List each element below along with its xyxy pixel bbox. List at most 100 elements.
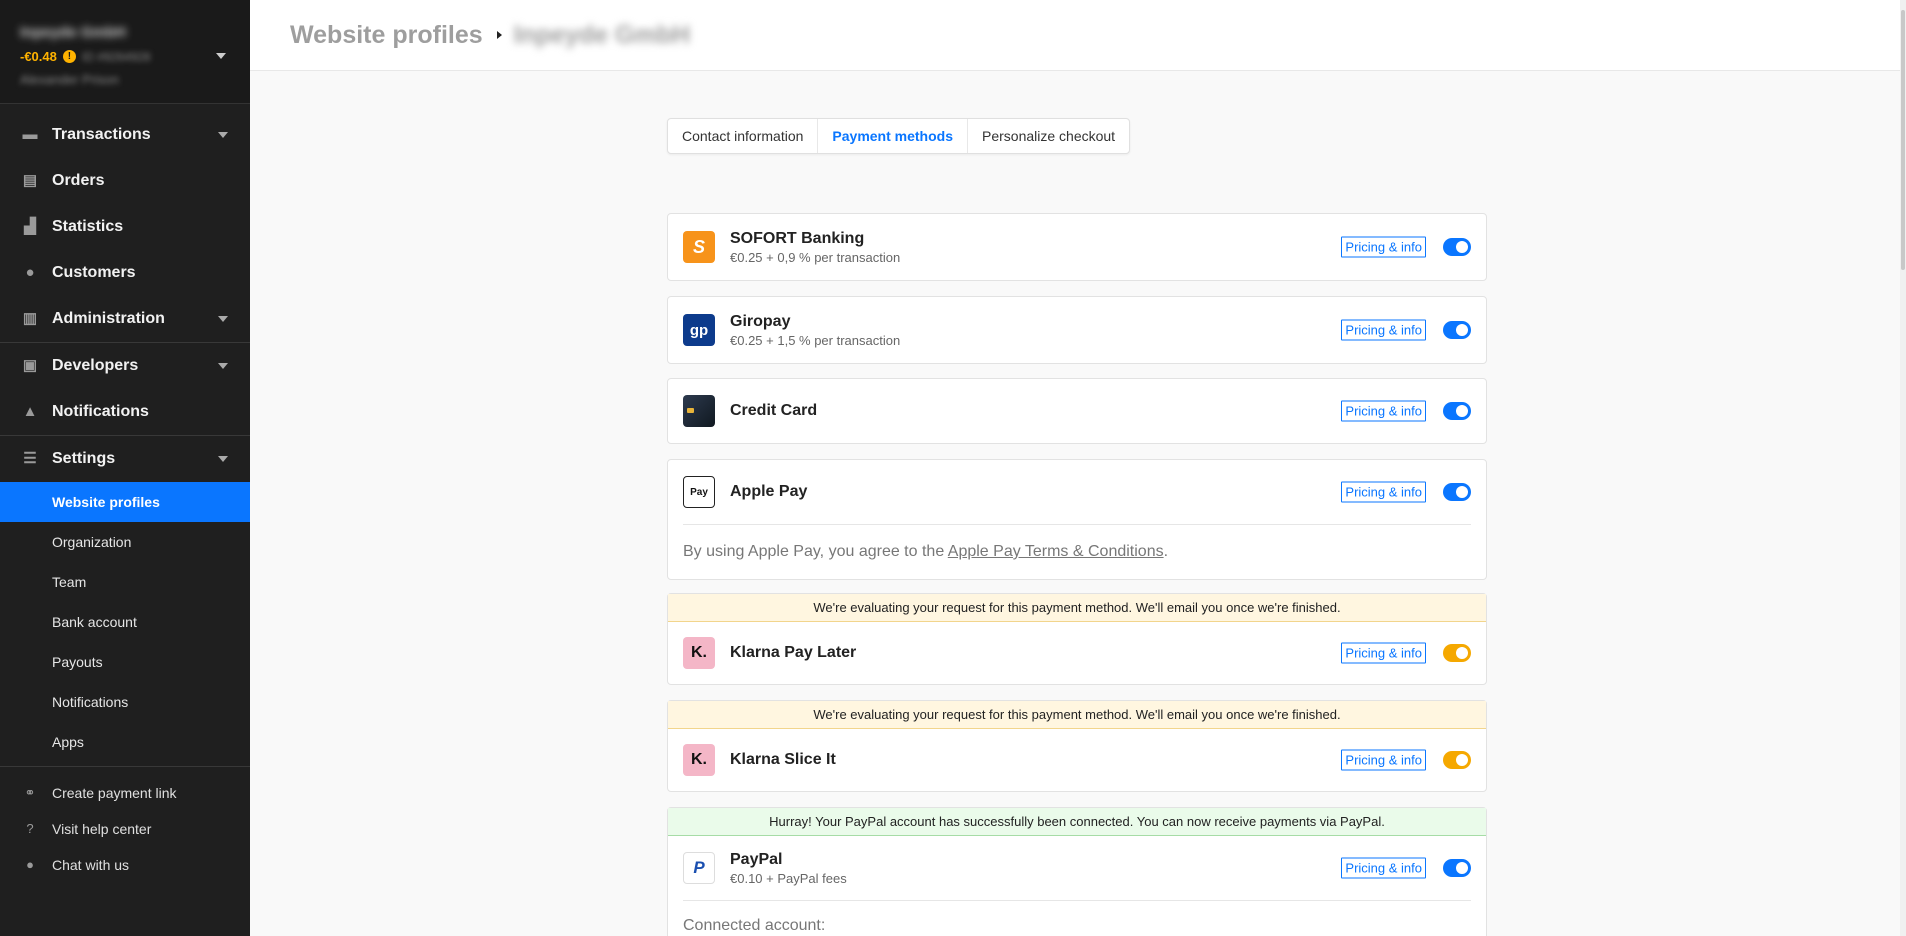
chevron-down-icon bbox=[218, 316, 228, 322]
method-toggle[interactable] bbox=[1443, 321, 1471, 339]
apple-pay-logo-icon: Pay bbox=[683, 476, 715, 508]
chat-with-us[interactable]: ● Chat with us bbox=[0, 847, 250, 883]
account-switcher[interactable]: Inpeyde GmbH -€0.48 ! ID #9264928 Alexan… bbox=[0, 0, 250, 104]
method-toggle[interactable] bbox=[1443, 238, 1471, 256]
sidebar-subitem-website-profiles[interactable]: Website profiles bbox=[0, 482, 250, 522]
giropay-logo-icon: gp bbox=[683, 314, 715, 346]
chevron-down-icon bbox=[216, 53, 226, 59]
administration-icon: ▥ bbox=[22, 310, 38, 327]
sidebar-item-settings[interactable]: ☰ Settings bbox=[0, 436, 250, 482]
sidebar-subitem-team[interactable]: Team bbox=[0, 562, 250, 602]
chat-icon: ● bbox=[26, 857, 34, 872]
footer-label: Create payment link bbox=[52, 785, 177, 801]
account-balance: -€0.48 bbox=[20, 49, 57, 64]
statistics-icon: ▟ bbox=[24, 218, 36, 235]
sidebar-item-label: Administration bbox=[52, 310, 165, 327]
sidebar-item-transactions[interactable]: ▬ Transactions bbox=[0, 112, 250, 158]
method-toggle[interactable] bbox=[1443, 402, 1471, 420]
tab-payment-methods[interactable]: Payment methods bbox=[818, 119, 968, 153]
method-name: PayPal bbox=[730, 850, 783, 868]
method-name: Giropay bbox=[730, 312, 791, 330]
note-suffix: . bbox=[1163, 543, 1169, 560]
apple-pay-terms-note: By using Apple Pay, you agree to the App… bbox=[668, 525, 1486, 579]
page-title[interactable]: Website profiles bbox=[290, 21, 483, 50]
account-user: Alexander Prison bbox=[20, 72, 119, 87]
sidebar-item-label: Orders bbox=[52, 172, 105, 189]
method-name: SOFORT Banking bbox=[730, 229, 865, 247]
payment-method-card-klarna-slice-it: We're evaluating your request for this p… bbox=[667, 700, 1487, 792]
chevron-down-icon bbox=[218, 456, 228, 462]
method-fee: €0.25 + 0,9 % per transaction bbox=[730, 249, 901, 265]
sidebar: Inpeyde GmbH -€0.48 ! ID #9264928 Alexan… bbox=[0, 0, 250, 936]
method-toggle[interactable] bbox=[1443, 859, 1471, 877]
bell-icon: ▲ bbox=[22, 403, 38, 420]
method-toggle[interactable] bbox=[1443, 644, 1471, 662]
pricing-info-button[interactable]: Pricing & info bbox=[1341, 642, 1426, 664]
scrollbar[interactable] bbox=[1900, 0, 1906, 936]
orders-icon: ▤ bbox=[22, 172, 38, 189]
sidebar-item-orders[interactable]: ▤ Orders bbox=[0, 158, 250, 204]
pricing-info-button[interactable]: Pricing & info bbox=[1341, 857, 1426, 879]
credit-card-logo-icon bbox=[683, 395, 715, 427]
payment-method-card-credit-card: Credit Card Pricing & info bbox=[667, 378, 1487, 444]
tab-personalize-checkout[interactable]: Personalize checkout bbox=[968, 119, 1129, 153]
sidebar-item-developers[interactable]: ▣ Developers bbox=[0, 343, 250, 389]
sidebar-item-label: Customers bbox=[52, 264, 136, 281]
method-fee: €0.25 + 1,5 % per transaction bbox=[730, 332, 901, 348]
warning-icon: ! bbox=[62, 50, 76, 63]
pricing-info-button[interactable]: Pricing & info bbox=[1341, 400, 1426, 422]
account-name: Inpeyde GmbH bbox=[20, 24, 126, 41]
sidebar-subitem-organization[interactable]: Organization bbox=[0, 522, 250, 562]
method-name: Credit Card bbox=[730, 402, 818, 419]
breadcrumb-arrow-icon bbox=[496, 31, 502, 39]
klarna-logo-icon: K. bbox=[683, 637, 715, 669]
sidebar-item-label: Statistics bbox=[52, 218, 124, 235]
customers-icon: ● bbox=[25, 264, 35, 281]
sidebar-subitem-payouts[interactable]: Payouts bbox=[0, 642, 250, 682]
tab-contact-information[interactable]: Contact information bbox=[668, 119, 819, 153]
payment-method-card-paypal: Hurray! Your PayPal account has successf… bbox=[667, 807, 1487, 936]
evaluation-banner: We're evaluating your request for this p… bbox=[668, 701, 1486, 729]
sidebar-subitem-bank-account[interactable]: Bank account bbox=[0, 602, 250, 642]
scrollbar-thumb[interactable] bbox=[1901, 10, 1905, 270]
sidebar-item-label: Notifications bbox=[52, 403, 149, 420]
visit-help-center[interactable]: ? Visit help center bbox=[0, 811, 250, 847]
help-icon: ? bbox=[26, 821, 34, 836]
paypal-logo-icon: P bbox=[683, 852, 715, 884]
chevron-down-icon bbox=[218, 132, 228, 138]
method-name: Apple Pay bbox=[730, 483, 808, 500]
developers-icon: ▣ bbox=[22, 357, 38, 374]
sidebar-subitem-notifications[interactable]: Notifications bbox=[0, 682, 250, 722]
note-text: By using Apple Pay, you agree to the bbox=[683, 543, 948, 560]
connected-account-label: Connected account: bbox=[683, 917, 826, 934]
chevron-down-icon bbox=[218, 363, 228, 369]
footer-label: Visit help center bbox=[52, 821, 152, 837]
payment-method-card-klarna-pay-later: We're evaluating your request for this p… bbox=[667, 593, 1487, 685]
breadcrumb-current: Inpeyde GmbH bbox=[513, 20, 691, 49]
card-chip-icon bbox=[687, 408, 694, 413]
sidebar-subitem-apps[interactable]: Apps bbox=[0, 722, 250, 762]
footer-label: Chat with us bbox=[52, 857, 130, 873]
pricing-info-button[interactable]: Pricing & info bbox=[1341, 319, 1426, 341]
pricing-info-button[interactable]: Pricing & info bbox=[1341, 236, 1426, 258]
payment-method-card-giropay: gp Giropay €0.25 + 1,5 % per transaction… bbox=[667, 296, 1487, 364]
settings-icon: ☰ bbox=[23, 450, 37, 467]
sidebar-item-notifications[interactable]: ▲ Notifications bbox=[0, 389, 250, 435]
sidebar-item-label: Settings bbox=[52, 450, 116, 467]
evaluation-banner: We're evaluating your request for this p… bbox=[668, 594, 1486, 622]
link-icon: ⚭ bbox=[24, 785, 36, 800]
pricing-info-button[interactable]: Pricing & info bbox=[1341, 749, 1426, 771]
create-payment-link[interactable]: ⚭ Create payment link bbox=[0, 775, 250, 811]
method-toggle[interactable] bbox=[1443, 483, 1471, 501]
page-header: Website profiles Inpeyde GmbH bbox=[250, 0, 1906, 71]
transactions-icon: ▬ bbox=[22, 126, 38, 143]
payment-method-card-sofort: S SOFORT Banking €0.25 + 0,9 % per trans… bbox=[667, 213, 1487, 281]
apple-pay-terms-link[interactable]: Apple Pay Terms & Conditions bbox=[948, 543, 1164, 560]
klarna-logo-icon: K. bbox=[683, 744, 715, 776]
sidebar-item-customers[interactable]: ● Customers bbox=[0, 250, 250, 296]
pricing-info-button[interactable]: Pricing & info bbox=[1341, 481, 1426, 503]
sidebar-item-administration[interactable]: ▥ Administration bbox=[0, 296, 250, 342]
sidebar-item-statistics[interactable]: ▟ Statistics bbox=[0, 204, 250, 250]
method-toggle[interactable] bbox=[1443, 751, 1471, 769]
sofort-logo-icon: S bbox=[683, 231, 715, 263]
